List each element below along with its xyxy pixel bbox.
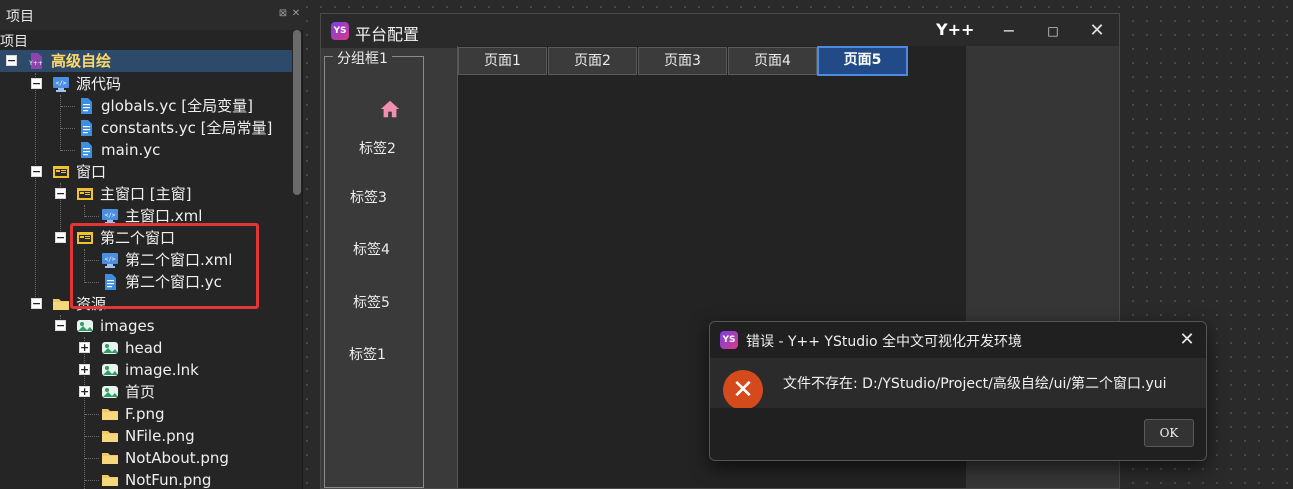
collapse-toggle[interactable]: − (31, 166, 42, 177)
folder-icon (101, 471, 119, 489)
image-folder-icon (76, 317, 94, 335)
expand-toggle[interactable]: + (79, 386, 90, 397)
tab-page-4[interactable]: 页面4 (728, 47, 817, 75)
ok-button[interactable]: OK (1144, 419, 1194, 447)
tree-scrollbar-thumb[interactable] (293, 30, 301, 195)
expand-toggle[interactable]: + (79, 364, 90, 375)
home-icon[interactable] (379, 98, 401, 120)
image-folder-icon (101, 383, 119, 401)
tab-page-5[interactable]: 页面5 (817, 46, 908, 76)
collapse-toggle[interactable]: − (31, 78, 42, 89)
tree-row[interactable]: + 首页 (0, 381, 292, 403)
tree-caption: 项目 (0, 34, 28, 50)
group-box-label: 分组框1 (333, 48, 392, 68)
error-icon: ✕ (723, 370, 763, 410)
folder-icon (101, 427, 119, 445)
tree-row[interactable]: main.yc (0, 139, 292, 161)
tree-row[interactable]: NFile.png (0, 425, 292, 447)
tree-item-label: image.lnk (125, 361, 199, 379)
collapse-toggle[interactable]: − (55, 188, 66, 199)
tree-item-label: 窗口 (76, 163, 107, 181)
collapse-toggle[interactable]: − (6, 55, 17, 66)
project-panel-header: 项目 ⊠ ✕ (0, 0, 303, 30)
side-label-4[interactable]: 标签4 (353, 239, 390, 259)
collapse-toggle[interactable]: − (55, 232, 66, 243)
dialog-close-button[interactable]: ✕ (1176, 329, 1198, 351)
tree-item-label: constants.yc [全局常量] (101, 119, 273, 137)
expand-toggle[interactable]: + (79, 342, 90, 353)
window-title: 平台配置 (355, 25, 420, 44)
file-icon (77, 119, 95, 137)
tree-item-label: NotFun.png (125, 471, 212, 489)
side-label-5[interactable]: 标签5 (353, 292, 390, 312)
tree-item-label: NFile.png (125, 427, 195, 445)
tree-row[interactable]: constants.yc [全局常量] (0, 117, 292, 139)
tree-row[interactable]: − 窗口 (0, 161, 292, 183)
folder-icon (101, 405, 119, 423)
tab-page-1[interactable]: 页面1 (458, 47, 547, 75)
svg-text:Y++: Y++ (28, 60, 43, 67)
folder-icon (101, 449, 119, 467)
window-close-button[interactable]: ✕ (1083, 18, 1111, 44)
tree-row[interactable]: globals.yc [全局变量] (0, 95, 292, 117)
svg-text:</>: </> (56, 80, 67, 87)
side-label-1[interactable]: 标签1 (349, 344, 386, 364)
tree-item-label: head (125, 339, 163, 357)
window-folder-icon (52, 163, 70, 181)
maximize-button[interactable]: □ (1039, 18, 1067, 44)
dialog-body: ✕ 文件不存在: D:/YStudio/Project/高级自绘/ui/第二个窗… (710, 358, 1206, 410)
folder-icon (52, 295, 70, 313)
panel-close-icon[interactable]: ✕ (291, 9, 301, 19)
file-icon (77, 97, 95, 115)
tree-row[interactable]: NotFun.png (0, 469, 292, 489)
tree-row[interactable]: + head (0, 337, 292, 359)
tree-row[interactable]: − images (0, 315, 292, 337)
tree-item-label: 首页 (125, 383, 156, 401)
annotation-highlight-box (70, 223, 259, 309)
tab-page-2[interactable]: 页面2 (548, 47, 637, 75)
dialog-ys-logo-icon: YS (720, 331, 738, 349)
collapse-toggle[interactable]: − (31, 298, 42, 309)
collapse-toggle[interactable]: − (55, 320, 66, 331)
brand-label: Y++ (936, 20, 975, 39)
tree-item-label: 源代码 (76, 75, 122, 93)
dialog-footer: OK (710, 408, 1206, 460)
tree-item-label: F.png (125, 405, 165, 423)
project-panel-title: 项目 (6, 9, 34, 25)
tree-item-label: main.yc (101, 141, 161, 159)
ys-logo-icon: YS (331, 22, 349, 40)
dialog-title: 错误 - Y++ YStudio 全中文可视化开发环境 (746, 334, 1023, 350)
minimize-button[interactable]: − (995, 18, 1023, 44)
tree-row[interactable]: − 主窗口 [主窗] (0, 183, 292, 205)
error-dialog: YS 错误 - Y++ YStudio 全中文可视化开发环境 ✕ ✕ 文件不存在… (709, 321, 1207, 461)
window-icon (76, 185, 94, 203)
dialog-titlebar[interactable]: YS 错误 - Y++ YStudio 全中文可视化开发环境 ✕ (710, 322, 1206, 358)
dialog-message: 文件不存在: D:/YStudio/Project/高级自绘/ui/第二个窗口.… (783, 376, 1167, 392)
window-titlebar[interactable]: YS 平台配置 Y++ − □ ✕ (321, 14, 1119, 48)
tree-row[interactable]: F.png (0, 403, 292, 425)
image-folder-icon (101, 339, 119, 357)
tree-item-label: images (100, 317, 155, 335)
image-folder-icon (101, 361, 119, 379)
side-label-2[interactable]: 标签2 (359, 138, 396, 158)
tree-row[interactable]: + image.lnk (0, 359, 292, 381)
tree-row[interactable]: − </> 源代码 (0, 73, 292, 95)
tree-item-label: 主窗口 [主窗] (100, 185, 192, 203)
file-icon (77, 141, 95, 159)
tree-row[interactable]: − Y++ 高级自绘 (0, 50, 292, 72)
pin-icon[interactable]: ⊠ (278, 9, 288, 19)
tree-item-label: NotAbout.png (125, 449, 229, 467)
side-label-3[interactable]: 标签3 (350, 187, 387, 207)
tree-item-label: globals.yc [全局变量] (101, 97, 253, 115)
project-icon: Y++ (27, 52, 45, 70)
tab-page-3[interactable]: 页面3 (638, 47, 727, 75)
svg-text:</>: </> (105, 212, 116, 219)
tree-item-label: 高级自绘 (51, 52, 112, 70)
group-box (324, 56, 424, 488)
project-panel: 项目 ⊠ ✕ 项目 − Y++ 高级自绘 − </> 源代码 globals.yc [全局变… (0, 0, 303, 489)
code-folder-icon: </> (52, 75, 70, 93)
tree-row[interactable]: NotAbout.png (0, 447, 292, 469)
